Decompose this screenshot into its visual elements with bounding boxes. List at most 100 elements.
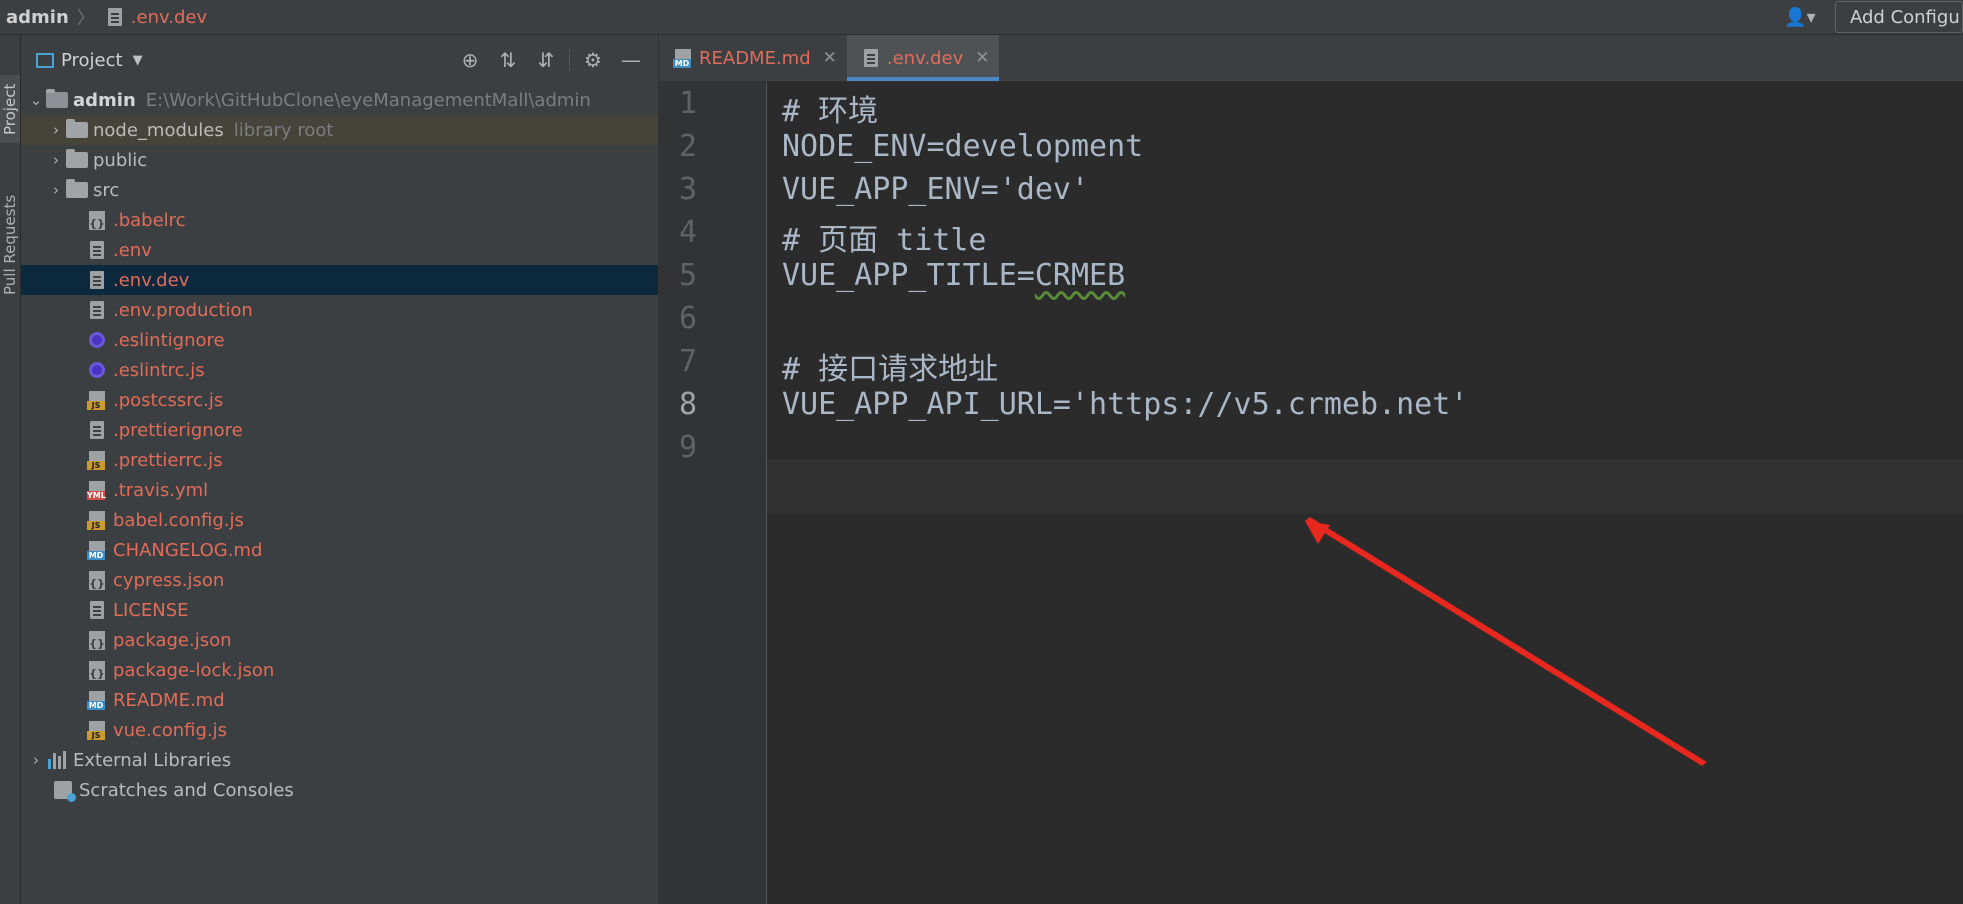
project-panel-header: Project ▼ ⊕ ⇅ ⇵ ⚙ — [21,35,658,85]
tree-file-cypress[interactable]: {} cypress.json [21,565,658,595]
gear-icon[interactable]: ⚙ [574,45,612,75]
tree-folder-node-modules[interactable]: › node_modules library root [21,115,658,145]
scratches-icon [51,779,76,802]
text-file-icon [103,6,127,28]
md-file-icon: MD [85,689,109,711]
tree-item-label: node_modules [93,119,224,141]
chevron-down-icon: ▼ [132,52,143,68]
tree-external-libraries[interactable]: › External Libraries [21,745,658,775]
line-number-gutter: 1 2 3 4 5 6 7 8 9 [659,82,767,904]
js-file-icon: JS [85,389,109,411]
json-file-icon: {} [85,629,109,651]
locate-file-icon[interactable]: ⊕ [451,45,489,75]
tree-item-label: package-lock.json [113,659,275,681]
js-file-icon: JS [85,719,109,741]
tree-file-changelog[interactable]: MD CHANGELOG.md [21,535,658,565]
chevron-right-icon[interactable]: › [27,751,45,769]
tab-env-dev[interactable]: .env.dev ✕ [846,35,1000,81]
tree-file-eslintignore[interactable]: .eslintignore [21,325,658,355]
breadcrumb-separator-icon: 〉 [76,8,95,29]
folder-icon [45,89,69,111]
text-file-icon [85,419,109,441]
breadcrumb-file-label: .env.dev [130,6,208,28]
line-number-current: 8 [678,387,697,422]
json-file-icon: {} [85,659,109,681]
pull-requests-tool-tab[interactable]: Pull Requests [0,185,20,305]
line-number: 4 [678,215,697,250]
chevron-right-icon[interactable]: › [47,151,65,169]
libraries-icon [45,749,69,771]
tree-item-label: Scratches and Consoles [79,779,294,801]
tree-item-label: src [93,179,120,201]
line-number: 9 [678,430,697,465]
line-number: 3 [678,172,697,207]
editor-tab-bar: MD README.md ✕ .env.dev ✕ [659,35,1963,82]
text-file-icon [85,239,109,261]
left-tool-strip: Project Pull Requests [0,35,21,904]
tree-file-env-production[interactable]: .env.production [21,295,658,325]
tree-file-eslintrc[interactable]: .eslintrc.js [21,355,658,385]
tree-file-package-lock[interactable]: {} package-lock.json [21,655,658,685]
line-number: 2 [678,129,697,164]
user-menu-icon[interactable]: 👤▾ [1777,3,1823,31]
close-icon[interactable]: ✕ [975,48,989,68]
tree-file-babel-config[interactable]: JS babel.config.js [21,505,658,535]
tree-folder-public[interactable]: › public [21,145,658,175]
eslint-icon [85,329,109,351]
tree-file-readme[interactable]: MD README.md [21,685,658,715]
tree-item-label: README.md [113,689,225,711]
chevron-right-icon[interactable]: › [47,121,65,139]
line-number: 5 [678,258,697,293]
project-tool-tab[interactable]: Project [0,75,20,143]
project-tree: ⌄ admin E:\Work\GitHubClone\eyeManagemen… [21,85,658,805]
line-number: 1 [678,86,697,121]
project-panel-title: Project [61,49,123,71]
breadcrumb-root[interactable]: admin [6,7,69,28]
tree-item-label: babel.config.js [113,509,244,531]
tree-file-babelrc[interactable]: {} .babelrc [21,205,658,235]
tree-file-prettierrc[interactable]: JS .prettierrc.js [21,445,658,475]
eslint-icon [85,359,109,381]
project-view-selector[interactable]: Project ▼ [33,49,143,71]
annotation-arrow-shaft [1305,517,1707,766]
tree-item-label: .eslintrc.js [113,359,205,381]
tree-root-admin[interactable]: ⌄ admin E:\Work\GitHubClone\eyeManagemen… [21,85,658,115]
tab-label: README.md [699,47,811,69]
text-file-icon [859,47,883,69]
tree-file-package[interactable]: {} package.json [21,625,658,655]
tree-file-postcssrc[interactable]: JS .postcssrc.js [21,385,658,415]
tree-file-env[interactable]: .env [21,235,658,265]
toolbar-divider [569,49,570,71]
tab-readme[interactable]: MD README.md ✕ [659,35,847,81]
tree-item-label: .travis.yml [113,479,209,501]
tree-item-label: .prettierrc.js [113,449,223,471]
tree-file-prettierignore[interactable]: .prettierignore [21,415,658,445]
add-configuration-button[interactable]: Add Configu [1835,1,1963,33]
tree-item-label: .env.production [113,299,253,321]
text-file-icon [85,599,109,621]
tree-folder-src[interactable]: › src [21,175,658,205]
json-file-icon: {} [85,569,109,591]
json-file-icon: {} [85,209,109,231]
tree-item-label: .env.dev [113,269,190,291]
chevron-right-icon[interactable]: › [47,181,65,199]
hide-panel-icon[interactable]: — [612,45,650,75]
expand-all-icon[interactable]: ⇅ [489,45,527,75]
tree-scratches[interactable]: Scratches and Consoles [21,775,658,805]
tree-file-license[interactable]: LICENSE [21,595,658,625]
tree-file-vue-config[interactable]: JS vue.config.js [21,715,658,745]
tree-item-label: LICENSE [113,599,189,621]
tree-item-label: cypress.json [113,569,225,591]
breadcrumb-file[interactable]: .env.dev [103,6,207,28]
close-icon[interactable]: ✕ [823,48,837,68]
tree-item-label: External Libraries [73,749,232,771]
collapse-all-icon[interactable]: ⇵ [527,45,565,75]
tree-file-travis[interactable]: YML .travis.yml [21,475,658,505]
tree-item-label: package.json [113,629,232,651]
tree-file-env-dev[interactable]: .env.dev [21,265,658,295]
tree-item-label: .babelrc [113,209,186,231]
tree-item-label: .env [113,239,152,261]
md-file-icon: MD [85,539,109,561]
chevron-down-icon[interactable]: ⌄ [27,91,45,109]
code-editor[interactable]: # 环境 NODE_ENV=development VUE_APP_ENV='d… [767,82,1963,904]
